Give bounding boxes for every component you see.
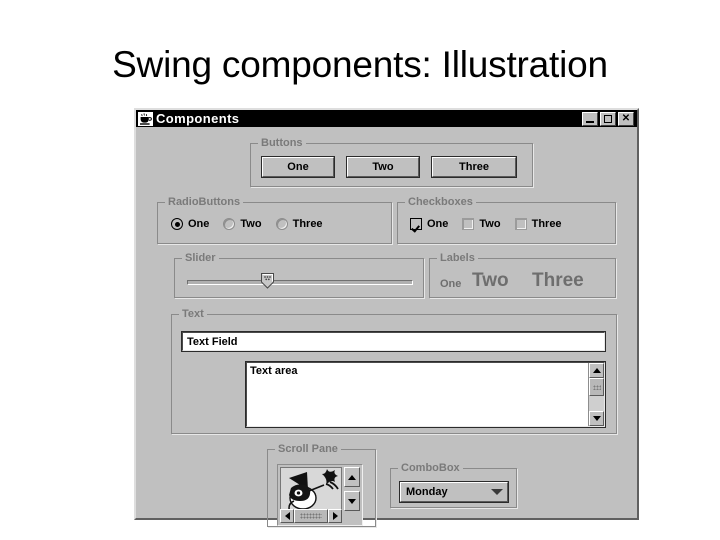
scroll-pane-left-button[interactable] bbox=[280, 509, 294, 523]
text-area-value: Text area bbox=[250, 365, 298, 377]
scroll-pane-horizontal-thumb[interactable] bbox=[294, 509, 328, 523]
text-field-value: Text Field bbox=[187, 335, 238, 348]
arrow-right-icon bbox=[332, 512, 338, 520]
close-button[interactable]: ✕ bbox=[618, 111, 634, 126]
radio-group: One Two Three bbox=[171, 218, 337, 230]
checkbox-two[interactable]: Two bbox=[462, 218, 501, 230]
group-buttons-title: Buttons bbox=[258, 137, 306, 149]
group-labels: Labels One Two Three bbox=[429, 252, 616, 298]
page-title: Swing components: Illustration bbox=[112, 44, 608, 85]
button-three-label: Three bbox=[459, 161, 489, 173]
group-checkboxes-title: Checkboxes bbox=[405, 196, 476, 208]
button-one-label: One bbox=[287, 161, 309, 173]
group-radiobuttons: RadioButtons One Two Three bbox=[157, 196, 392, 244]
radio-three-label: Three bbox=[292, 218, 323, 230]
group-combobox: ComboBox Monday bbox=[390, 462, 517, 508]
bird-graphic-icon bbox=[281, 468, 341, 510]
scroll-thumb[interactable] bbox=[589, 378, 604, 396]
button-three[interactable]: Three bbox=[431, 156, 517, 178]
radio-three[interactable]: Three bbox=[275, 218, 323, 230]
group-labels-title: Labels bbox=[437, 252, 478, 264]
window-content: Buttons One Two Three RadioButtons One T… bbox=[136, 127, 637, 527]
group-slider: Slider bbox=[174, 252, 424, 298]
slider-track[interactable] bbox=[187, 280, 413, 285]
checkbox-checked-icon bbox=[410, 218, 422, 230]
radio-one[interactable]: One bbox=[171, 218, 209, 230]
scroll-pane-viewport[interactable] bbox=[280, 467, 342, 511]
checkbox-three[interactable]: Three bbox=[514, 218, 562, 230]
combobox-selected-value: Monday bbox=[406, 486, 448, 498]
scroll-pane-horizontal-scrollbar[interactable] bbox=[280, 509, 342, 523]
slider-thumb[interactable] bbox=[261, 273, 274, 289]
chevron-down-icon bbox=[491, 489, 503, 495]
arrow-down-icon bbox=[592, 416, 601, 421]
radio-two-label: Two bbox=[240, 218, 262, 230]
radio-two[interactable]: Two bbox=[223, 218, 262, 230]
group-text-title: Text bbox=[179, 308, 207, 320]
group-checkboxes: Checkboxes One Two Three bbox=[397, 196, 616, 244]
label-two: Two bbox=[472, 270, 509, 291]
group-combobox-title: ComboBox bbox=[398, 462, 463, 474]
checkbox-three-label: Three bbox=[531, 218, 562, 230]
checkbox-one[interactable]: One bbox=[410, 218, 448, 230]
text-area[interactable]: Text area bbox=[247, 363, 588, 426]
label-three: Three bbox=[532, 270, 584, 291]
group-text: Text Text Field Text area bbox=[171, 308, 617, 434]
scroll-pane-down-button[interactable] bbox=[344, 491, 360, 511]
checkbox-two-label: Two bbox=[479, 218, 501, 230]
group-buttons: Buttons One Two Three bbox=[250, 137, 533, 187]
window-titlebar: Components ✕ bbox=[136, 110, 637, 127]
radio-selected-icon bbox=[171, 218, 183, 230]
combobox-day[interactable]: Monday bbox=[399, 481, 509, 503]
text-area-vertical-scrollbar[interactable] bbox=[588, 363, 604, 426]
window-title: Components bbox=[156, 111, 240, 126]
group-scrollpane-title: Scroll Pane bbox=[275, 443, 341, 455]
arrow-up-icon bbox=[592, 368, 601, 373]
close-icon: ✕ bbox=[621, 112, 631, 124]
scroll-down-button[interactable] bbox=[589, 411, 604, 426]
button-one[interactable]: One bbox=[261, 156, 335, 178]
group-radiobuttons-title: RadioButtons bbox=[165, 196, 244, 208]
checkbox-one-label: One bbox=[427, 218, 449, 230]
arrow-down-icon bbox=[348, 498, 356, 504]
label-one: One bbox=[440, 278, 462, 290]
swing-demo-window: Components ✕ Buttons One Two Three Radio… bbox=[134, 108, 639, 527]
minimize-button[interactable] bbox=[582, 111, 598, 126]
scroll-pane[interactable] bbox=[277, 464, 363, 526]
scroll-up-button[interactable] bbox=[589, 363, 604, 378]
java-coffee-cup-icon bbox=[138, 111, 153, 126]
scroll-track[interactable] bbox=[589, 396, 604, 411]
checkbox-group: One Two Three bbox=[410, 218, 576, 230]
radio-unselected-icon bbox=[275, 218, 288, 230]
text-area-scrollpane[interactable]: Text area bbox=[245, 361, 606, 428]
scroll-pane-right-button[interactable] bbox=[328, 509, 342, 523]
group-scrollpane: Scroll Pane bbox=[267, 443, 376, 527]
maximize-button[interactable] bbox=[600, 111, 616, 126]
button-two[interactable]: Two bbox=[346, 156, 420, 178]
arrow-up-icon bbox=[348, 474, 356, 480]
scroll-pane-up-button[interactable] bbox=[344, 467, 360, 487]
checkbox-unchecked-icon bbox=[514, 218, 527, 230]
scroll-pane-vertical-scrollbar[interactable] bbox=[344, 467, 360, 511]
radio-unselected-icon bbox=[223, 218, 236, 230]
text-field[interactable]: Text Field bbox=[181, 331, 606, 352]
group-slider-title: Slider bbox=[182, 252, 219, 264]
button-two-label: Two bbox=[372, 161, 394, 173]
radio-one-label: One bbox=[188, 218, 210, 230]
checkbox-unchecked-icon bbox=[462, 218, 475, 230]
arrow-left-icon bbox=[284, 512, 290, 520]
window-controls: ✕ bbox=[582, 111, 634, 126]
